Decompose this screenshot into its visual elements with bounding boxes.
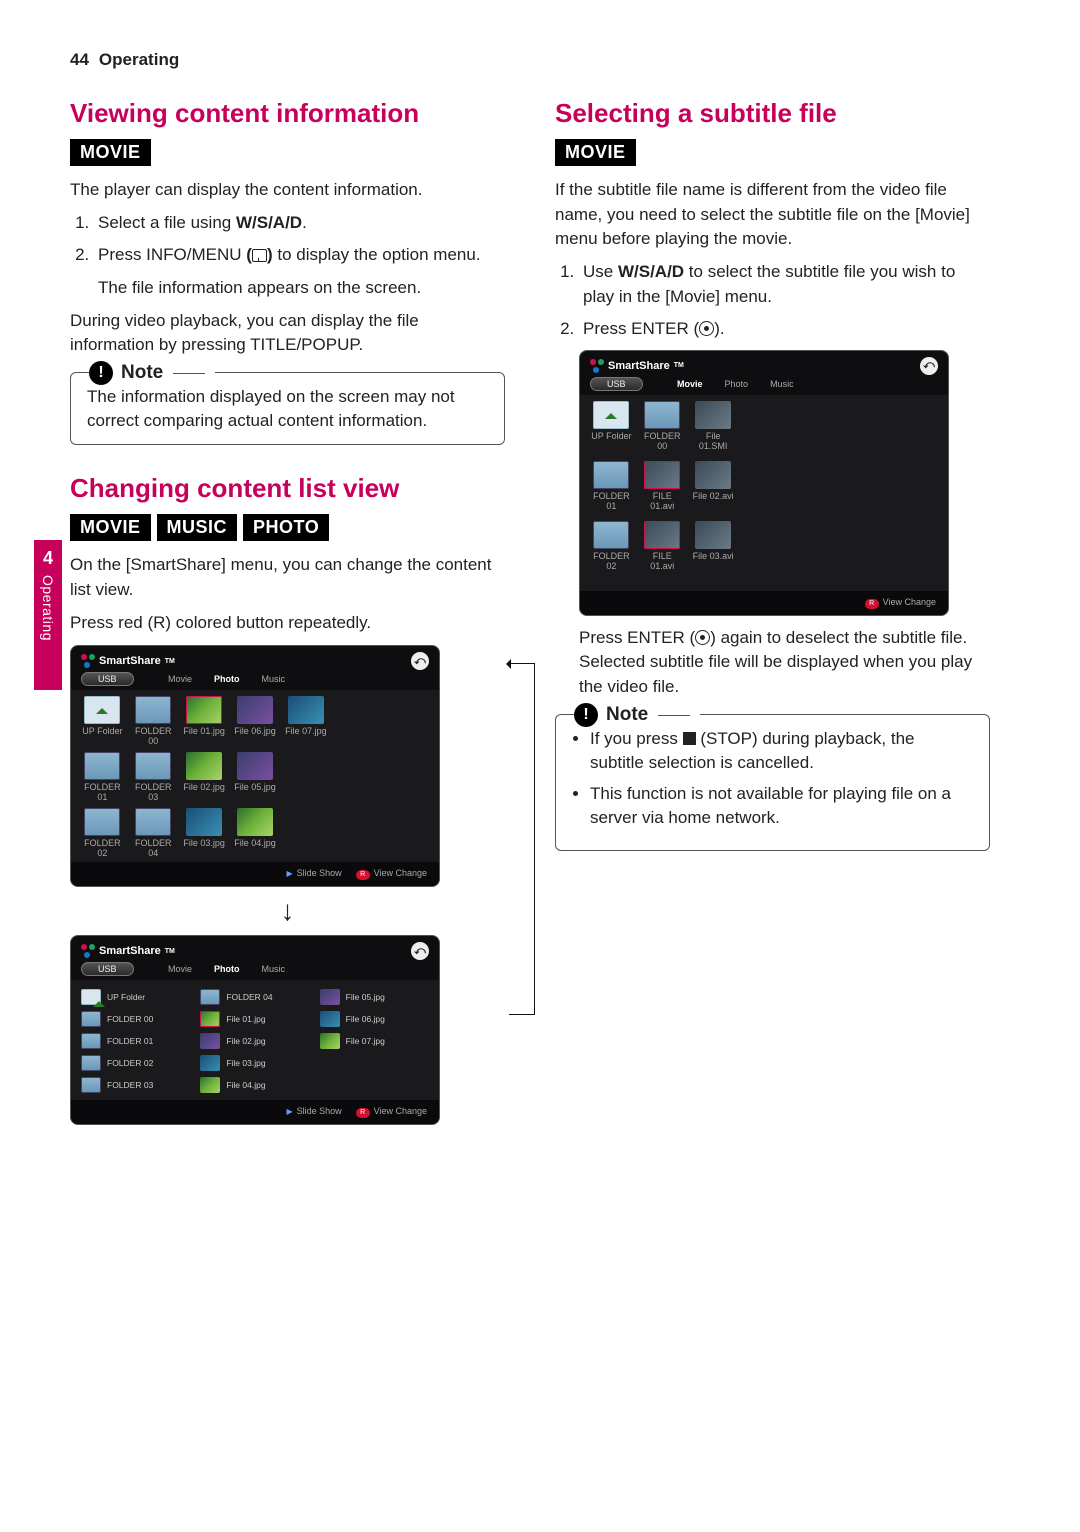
smartshare-logo: SmartShareTM: [81, 944, 175, 958]
tag-photo: PHOTO: [243, 514, 329, 541]
back-icon: ⤺: [411, 652, 429, 670]
tab-music: Music: [262, 964, 286, 974]
tag-row: MOVIE MUSIC PHOTO: [70, 514, 505, 541]
tab-movie: Movie: [168, 964, 192, 974]
footer-slideshow: Slide Show: [286, 868, 341, 880]
note2-item2: This function is not available for playi…: [590, 782, 973, 830]
screenshot-list-view: SmartShareTM ⤺ USB Movie Photo Music UP …: [70, 935, 440, 1125]
back-icon: ⤺: [920, 357, 938, 375]
stop-icon: [683, 732, 696, 745]
note-bang-icon: !: [574, 703, 598, 727]
footer-slideshow: Slide Show: [286, 1106, 341, 1118]
sub-step-1: Use W/S/A/D to select the subtitle file …: [579, 260, 990, 309]
footer-viewchange: RView Change: [356, 868, 427, 880]
back-icon: ⤺: [411, 942, 429, 960]
change-view-p2: Press red (R) colored button repeatedly.: [70, 611, 505, 636]
note-box-2: ! Note If you press (STOP) during playba…: [555, 714, 990, 851]
page-number: 44: [70, 50, 89, 70]
step-2-sub: The file information appears on the scre…: [98, 276, 505, 301]
enter-icon: [695, 630, 710, 645]
tag-music: MUSIC: [157, 514, 238, 541]
enter-icon: [699, 321, 714, 336]
heading-change-view: Changing content list view: [70, 473, 505, 504]
infomenu-icon: [252, 249, 267, 262]
tab-photo: Photo: [725, 379, 749, 389]
page: 44 Operating Viewing content information…: [0, 0, 1080, 1175]
after-text: Press ENTER () again to deselect the sub…: [579, 626, 990, 700]
smartshare-logo: SmartShareTM: [590, 359, 684, 373]
subtitle-intro: If the subtitle file name is different f…: [555, 178, 990, 252]
page-section: Operating: [99, 50, 179, 70]
change-view-p1: On the [SmartShare] menu, you can change…: [70, 553, 505, 602]
note-label: Note: [606, 702, 648, 729]
usb-pill: USB: [81, 672, 134, 686]
footer-viewchange: RView Change: [356, 1106, 427, 1118]
tag-movie: MOVIE: [70, 514, 151, 541]
side-tab-number: 4: [43, 548, 53, 569]
heading-subtitle: Selecting a subtitle file: [555, 98, 990, 129]
tab-movie-active: Movie: [677, 379, 703, 389]
tab-music: Music: [770, 379, 794, 389]
smartshare-logo: SmartShareTM: [81, 654, 175, 668]
note-text: The information displayed on the screen …: [87, 385, 488, 433]
sub-step-2: Press ENTER ().: [579, 317, 990, 342]
during-playback-text: During video playback, you can display t…: [70, 309, 505, 358]
usb-pill: USB: [590, 377, 643, 391]
left-column: Viewing content information MOVIE The pl…: [70, 98, 505, 1125]
screenshot-flow: SmartShareTM ⤺ USB Movie Photo Music UP …: [70, 645, 505, 1125]
step-1: Select a file using W/S/A/D.: [94, 211, 505, 236]
arrow-down-icon: ↓: [70, 887, 505, 935]
note2-item1: If you press (STOP) during playback, the…: [590, 727, 973, 775]
tab-music: Music: [262, 674, 286, 684]
tag-movie: MOVIE: [555, 139, 636, 166]
screenshot-grid-view: SmartShareTM ⤺ USB Movie Photo Music UP …: [70, 645, 440, 887]
note-label: Note: [121, 360, 163, 387]
tag-row: MOVIE: [555, 139, 990, 166]
note-bang-icon: !: [89, 361, 113, 385]
tag-row: MOVIE: [70, 139, 505, 166]
footer-viewchange: RView Change: [865, 597, 936, 609]
heading-view-content: Viewing content information: [70, 98, 505, 129]
tab-movie: Movie: [168, 674, 192, 684]
flow-loop-line: [509, 663, 535, 1015]
tag-movie: MOVIE: [70, 139, 151, 166]
page-header: 44 Operating: [70, 50, 990, 70]
side-tab: 4 Operating: [34, 540, 62, 690]
step-2: Press INFO/MENU () to display the option…: [94, 243, 505, 300]
tab-photo-active: Photo: [214, 964, 240, 974]
side-tab-label: Operating: [40, 575, 56, 641]
nav-symbols: W/S/A/D: [236, 213, 302, 232]
screenshot-movie-menu: SmartShareTM ⤺ USB Movie Photo Music UP …: [579, 350, 949, 616]
tab-photo-active: Photo: [214, 674, 240, 684]
intro-text: The player can display the content infor…: [70, 178, 505, 203]
nav-symbols: W/S/A/D: [618, 262, 684, 281]
note-box-1: ! Note The information displayed on the …: [70, 372, 505, 446]
right-column: Selecting a subtitle file MOVIE If the s…: [555, 98, 990, 1125]
usb-pill: USB: [81, 962, 134, 976]
